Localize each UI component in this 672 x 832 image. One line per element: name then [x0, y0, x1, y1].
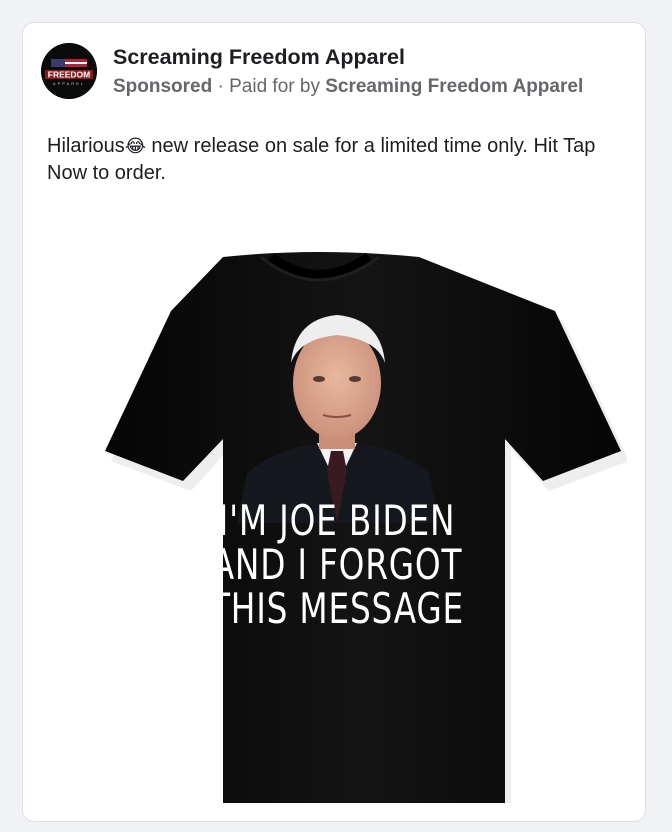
freedom-logo-icon: FREEDOM APPAREL: [41, 43, 97, 99]
avatar-logo-subtext: APPAREL: [53, 81, 85, 86]
paid-for-name[interactable]: Screaming Freedom Apparel: [325, 76, 583, 97]
page-name-link[interactable]: Screaming Freedom Apparel: [113, 45, 405, 70]
post-caption: Hilarious😂 new release on sale for a lim…: [47, 133, 627, 187]
meta-separator: ·: [217, 76, 224, 97]
ad-product-image[interactable]: I'M JOE BIDEN AND I FORGOT THIS MESSAGE: [47, 223, 627, 803]
paid-for-prefix: Paid for by: [229, 76, 320, 97]
laughing-emoji-icon: 😂: [124, 136, 146, 156]
sponsored-post-card: FREEDOM APPAREL Screaming Freedom Appare…: [22, 22, 646, 822]
sponsored-label[interactable]: Sponsored: [113, 76, 212, 97]
post-header: FREEDOM APPAREL Screaming Freedom Appare…: [41, 43, 627, 103]
avatar-logo-text: FREEDOM: [48, 70, 91, 80]
shirt-text-line-1: I'M JOE BIDEN: [218, 496, 456, 545]
shirt-text-line-2: AND I FORGOT: [211, 540, 463, 589]
shirt-text-line-3: THIS MESSAGE: [210, 584, 464, 633]
caption-text-start: Hilarious: [47, 135, 125, 157]
sponsored-meta: Sponsored · Paid for by Screaming Freedo…: [113, 76, 583, 98]
page-avatar[interactable]: FREEDOM APPAREL: [41, 43, 97, 99]
